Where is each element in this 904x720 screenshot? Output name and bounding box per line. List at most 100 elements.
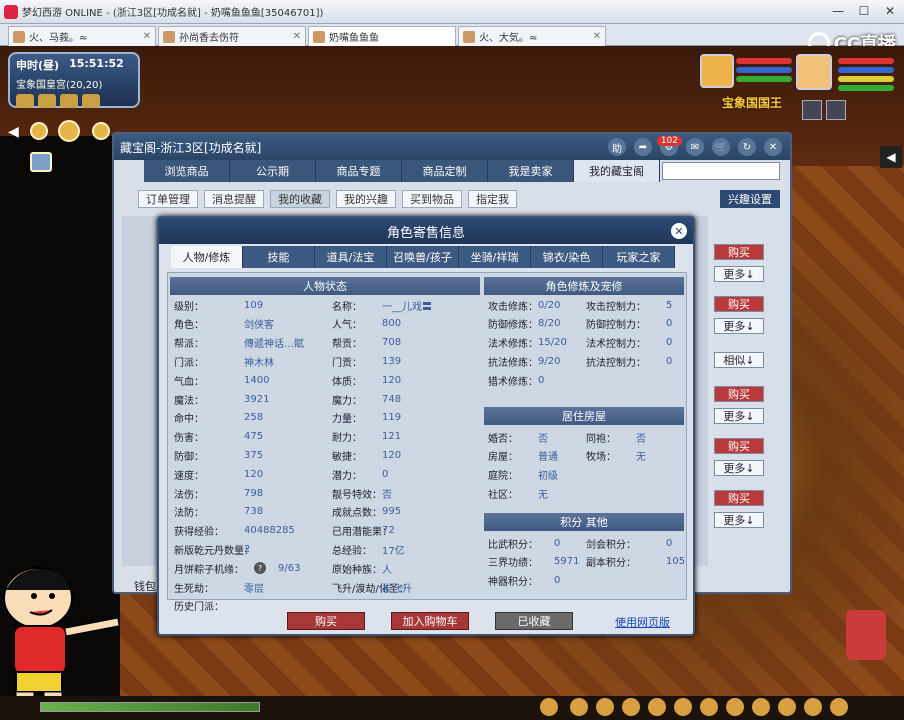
stat-label: 社区： — [488, 489, 518, 501]
skill-icon[interactable] — [570, 698, 588, 716]
skill-icon[interactable] — [596, 698, 614, 716]
event-icon[interactable] — [58, 120, 80, 142]
interest-settings-button[interactable]: 兴趣设置 — [720, 190, 780, 208]
calendar-icon[interactable] — [82, 94, 100, 108]
stat-label: 魔法： — [174, 395, 204, 407]
tab-skills[interactable]: 技能 — [243, 246, 315, 268]
world-icon[interactable] — [60, 94, 78, 108]
subtab-favorites[interactable]: 我的收藏 — [270, 190, 330, 208]
subtab-orders[interactable]: 订单管理 — [138, 190, 198, 208]
buy-button[interactable]: 购买 — [714, 438, 764, 454]
client-tab[interactable]: 火、马莪。≈ ✕ — [8, 26, 156, 46]
stat-label: 房屋： — [488, 452, 518, 464]
stat-label: 历史门派： — [174, 602, 224, 614]
new-icon[interactable] — [92, 122, 110, 140]
stat-label: 庭院： — [488, 471, 518, 483]
more-button[interactable]: 更多↓ — [714, 318, 764, 334]
dialog-body: 人物状态 角色修炼及宠修 居住房屋 积分 其他 级别： 109 角色： 剑侠客 帮派： 傳… — [167, 272, 687, 613]
tab-mounts[interactable]: 坐骑/祥瑞 — [459, 246, 531, 268]
tab-outfits[interactable]: 锦衣/染色 — [531, 246, 603, 268]
map-icon[interactable] — [38, 94, 56, 108]
skill-icon[interactable] — [622, 698, 640, 716]
skill-icon[interactable] — [778, 698, 796, 716]
collapse-arrow-icon[interactable]: ◀ — [8, 124, 19, 140]
npc-king-label: 宝象国国王 — [722, 96, 783, 110]
client-tab[interactable]: 火、大気。≈ ✕ — [458, 26, 606, 46]
pet-mp-bar — [736, 67, 792, 73]
tab-publicity[interactable]: 公示期 — [230, 160, 316, 182]
stat-value: 0 — [666, 337, 673, 349]
stat-row: 神器积分： 0 — [488, 573, 560, 589]
tab-items[interactable]: 道具/法宝 — [315, 246, 387, 268]
close-icon[interactable]: ✕ — [671, 223, 687, 239]
more-button[interactable]: 更多↓ — [714, 266, 764, 282]
skill-icon[interactable] — [648, 698, 666, 716]
close-tab-icon[interactable]: ✕ — [143, 31, 151, 42]
pet-portrait[interactable] — [700, 54, 734, 88]
more-button[interactable]: 更多↓ — [714, 408, 764, 424]
tab-seller[interactable]: 我是卖家 — [488, 160, 574, 182]
subtab-interests[interactable]: 我的兴趣 — [336, 190, 396, 208]
stat-value: 15/20 — [538, 337, 567, 349]
stat-row: 角色： 剑侠客 — [174, 316, 274, 332]
section-cultivation-header: 角色修炼及宠修 — [484, 277, 684, 295]
stat-row: 社区： 无 — [488, 485, 548, 501]
team-icon[interactable] — [826, 100, 846, 120]
skill-icon[interactable] — [674, 698, 692, 716]
more-button[interactable]: 更多↓ — [714, 512, 764, 528]
refresh-icon[interactable]: ↻ — [738, 138, 756, 156]
tab-home[interactable]: 玩家之家 — [603, 246, 675, 268]
collected-button[interactable]: 已收藏 — [495, 612, 573, 630]
tab-custom[interactable]: 商品定制 — [402, 160, 488, 182]
skill-icon[interactable] — [540, 698, 558, 716]
buy-button[interactable]: 购买 — [287, 612, 365, 630]
close-icon[interactable]: ✕ — [764, 138, 782, 156]
similar-button[interactable]: 相似↓ — [714, 352, 764, 368]
add-to-cart-button[interactable]: 加入购物车 — [391, 612, 469, 630]
stat-row: 婚否： 否 — [488, 429, 548, 445]
skill-icon[interactable] — [830, 698, 848, 716]
search-input[interactable] — [662, 162, 780, 180]
tab-character[interactable]: 人物/修炼 — [171, 246, 243, 268]
message-icon[interactable]: ✉ — [686, 138, 704, 156]
skill-icon[interactable] — [752, 698, 770, 716]
shop-icon[interactable] — [30, 152, 52, 172]
skill-icon[interactable] — [700, 698, 718, 716]
stat-label: 耐力： — [332, 433, 362, 445]
npc-portrait[interactable] — [846, 610, 886, 660]
tab-pets[interactable]: 召唤兽/孩子 — [387, 246, 459, 268]
client-tab-active[interactable]: 奶嘴鱼鱼鱼 — [308, 26, 456, 46]
mail-icon[interactable] — [16, 94, 34, 108]
settings-icon[interactable] — [802, 100, 822, 120]
window-title: 梦幻西游 ONLINE - (浙江3区[功成名就] - 奶嘴鱼鱼鱼[350467… — [22, 8, 324, 19]
trophy-icon[interactable] — [30, 122, 48, 140]
tab-topics[interactable]: 商品专题 — [316, 160, 402, 182]
share-icon[interactable]: ➦ — [634, 138, 652, 156]
more-button[interactable]: 更多↓ — [714, 460, 764, 476]
expand-arrow-icon[interactable]: ◀ — [880, 146, 902, 168]
skill-icon[interactable] — [726, 698, 744, 716]
stat-row: 比武积分： 0 — [488, 535, 560, 551]
subtab-assigned[interactable]: 指定我 — [468, 190, 517, 208]
buy-button[interactable]: 购买 — [714, 296, 764, 312]
help-icon[interactable]: 助 — [608, 138, 626, 156]
web-version-link[interactable]: 使用网页版 — [615, 614, 670, 630]
buy-button[interactable]: 购买 — [714, 490, 764, 506]
close-icon[interactable]: ✕ — [880, 2, 900, 20]
tab-my-pavilion[interactable]: 我的藏宝阁 — [574, 160, 660, 182]
help-icon[interactable]: ? — [254, 562, 266, 575]
subtab-notifications[interactable]: 消息提醒 — [204, 190, 264, 208]
close-tab-icon[interactable]: ✕ — [293, 31, 301, 42]
client-tab[interactable]: 孙尚香去伤符 ✕ — [158, 26, 306, 46]
subtab-purchased[interactable]: 买到物品 — [402, 190, 462, 208]
skill-icon[interactable] — [804, 698, 822, 716]
buy-button[interactable]: 购买 — [714, 244, 764, 260]
minimize-icon[interactable]: — — [828, 2, 848, 20]
buy-button[interactable]: 购买 — [714, 386, 764, 402]
tab-browse[interactable]: 浏览商品 — [144, 160, 230, 182]
stat-row: 房屋： 普通 — [488, 448, 558, 464]
cart-icon[interactable]: 🛒 — [712, 138, 730, 156]
close-tab-icon[interactable]: ✕ — [593, 31, 601, 42]
player-portrait[interactable] — [796, 54, 832, 90]
maximize-icon[interactable]: ☐ — [854, 2, 874, 20]
